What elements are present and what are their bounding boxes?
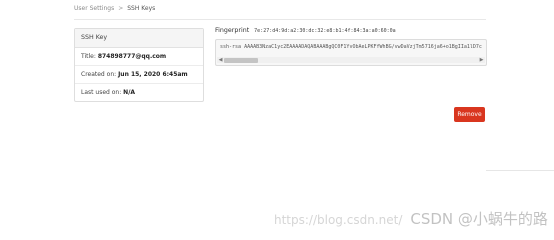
scrollbar-track[interactable] — [224, 57, 478, 63]
last-used-label: Last used on: — [81, 89, 122, 96]
watermark-url: https://blog.csdn.net/ — [274, 213, 403, 227]
fingerprint-label: Fingerprint — [215, 27, 250, 34]
public-key-box[interactable]: ssh-rsa AAAAB3NzaC1yc2EAAAADAQABAAABgQC0… — [215, 39, 487, 66]
watermark: https://blog.csdn.net/ CSDN @小蜗牛的路 — [274, 208, 548, 229]
breadcrumb: User Settings > SSH Keys — [74, 5, 155, 12]
key-title-row: Title: 874898777@qq.com — [75, 48, 203, 66]
created-on-row: Created on: Jun 15, 2020 6:45am — [75, 66, 203, 84]
fingerprint-row: Fingerprint 7e:27:d4:9d:a2:30:dc:32:e8:b… — [215, 27, 396, 34]
last-used-value: N/A — [123, 89, 136, 96]
breadcrumb-user-settings[interactable]: User Settings — [74, 5, 114, 12]
key-title-label: Title: — [81, 53, 96, 60]
scrollbar-thumb[interactable] — [224, 57, 258, 63]
ssh-key-card: SSH Key Title: 874898777@qq.com Created … — [74, 28, 204, 102]
breadcrumb-separator: > — [118, 5, 124, 12]
header-divider — [74, 19, 486, 20]
scroll-right-icon[interactable]: ▶ — [478, 57, 485, 63]
last-used-row: Last used on: N/A — [75, 84, 203, 101]
breadcrumb-current: SSH Keys — [127, 5, 156, 12]
horizontal-scrollbar[interactable]: ◀ ▶ — [217, 57, 485, 63]
created-on-value: Jun 15, 2020 6:45am — [118, 71, 188, 78]
public-key-text: ssh-rsa AAAAB3NzaC1yc2EAAAADAQABAAABgQC0… — [220, 44, 482, 50]
created-on-label: Created on: — [81, 71, 117, 78]
scroll-left-icon[interactable]: ◀ — [217, 57, 224, 63]
card-header: SSH Key — [75, 29, 203, 48]
watermark-brand: CSDN @小蜗牛的路 — [410, 210, 548, 228]
fingerprint-value: 7e:27:d4:9d:a2:30:dc:32:e8:b1:4f:84:3a:a… — [254, 28, 396, 34]
footer-divider — [486, 170, 554, 171]
key-title-value: 874898777@qq.com — [97, 53, 167, 60]
remove-button[interactable]: Remove — [454, 107, 485, 122]
